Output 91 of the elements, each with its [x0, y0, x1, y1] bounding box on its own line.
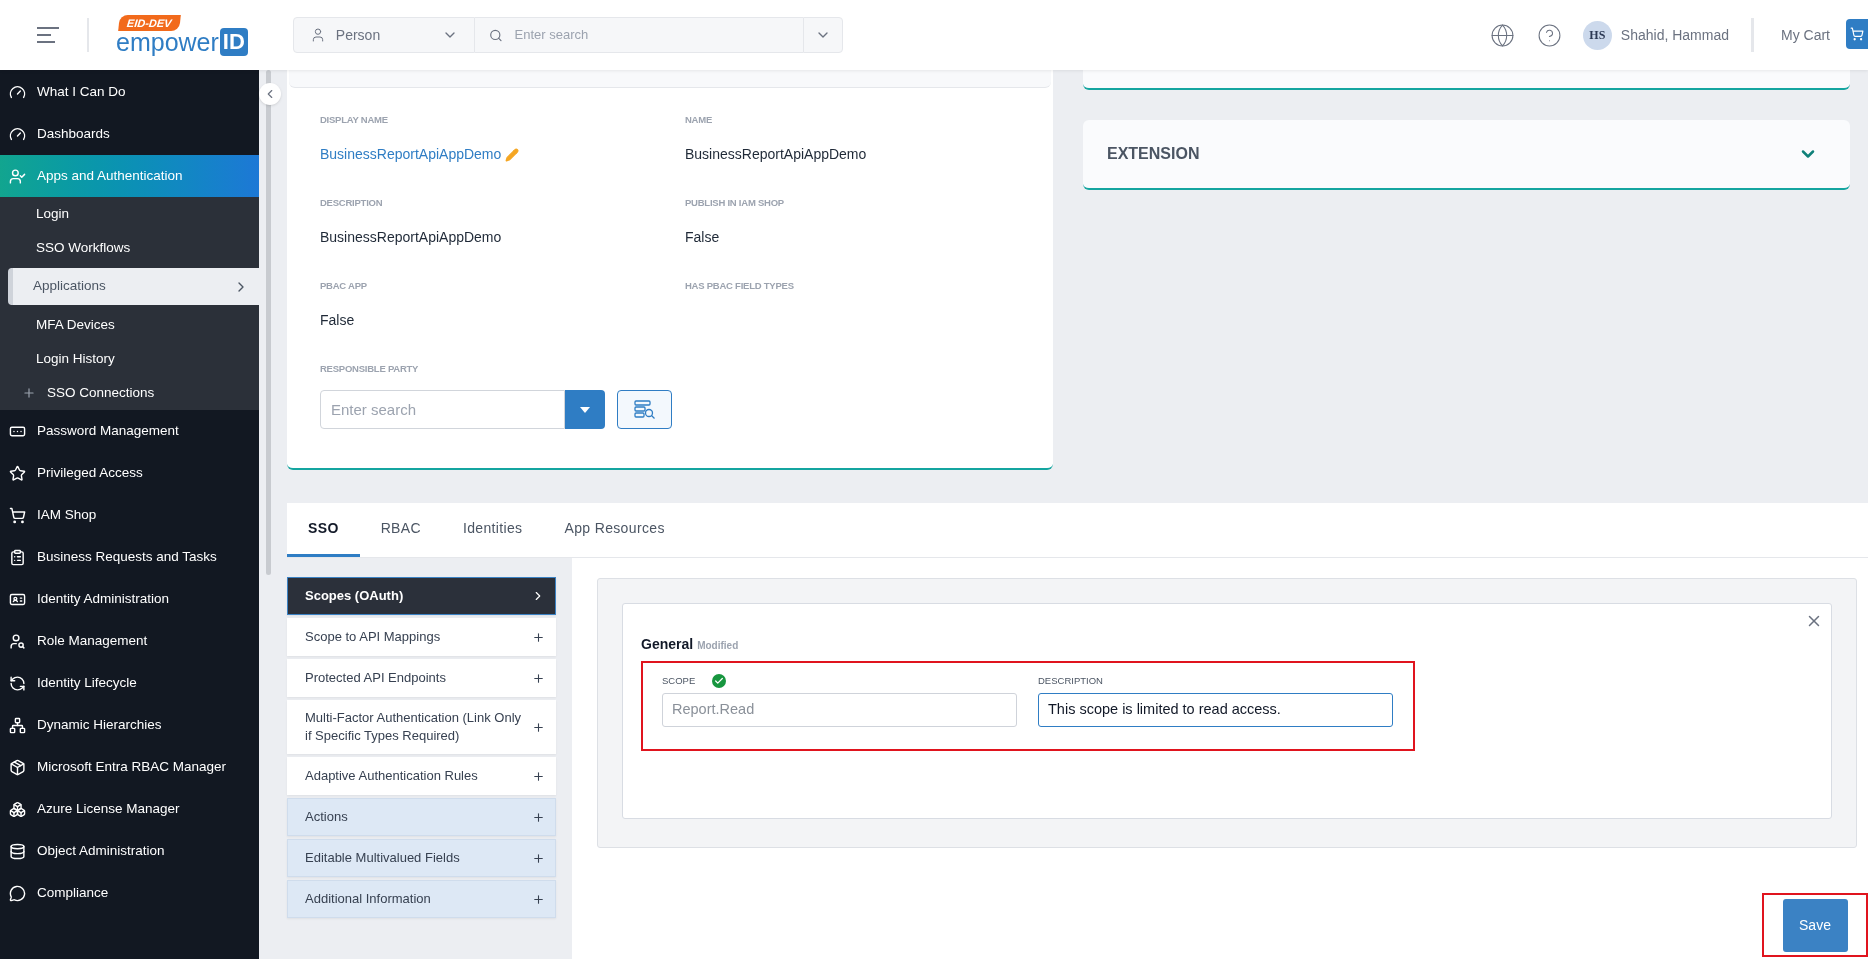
environment-badge: EID-DEV [118, 14, 181, 31]
sidebar-subitem[interactable]: Login History [0, 342, 259, 376]
lookup-button[interactable] [617, 390, 672, 430]
plus-icon [532, 769, 545, 783]
plus-icon [532, 892, 545, 906]
group-title: General [641, 635, 694, 654]
sidebar-item[interactable]: Identity Administration [0, 578, 259, 620]
user-check-icon [9, 167, 26, 185]
field-value: BusinessReportApiAppDemo [685, 145, 868, 165]
sidebar-item[interactable]: Password Management [0, 410, 259, 452]
cart-icon [9, 506, 26, 524]
section-item[interactable]: Actions [287, 798, 556, 836]
field-value: BusinessReportApiAppDemo [320, 228, 503, 248]
sidebar-item[interactable]: Compliance [0, 872, 259, 914]
sidebar-item[interactable]: IAM Shop [0, 494, 259, 536]
section-item[interactable]: Scope to API Mappings [287, 618, 556, 656]
field-label: HAS PBAC FIELD TYPES [685, 279, 795, 293]
cart-button[interactable] [1846, 19, 1868, 49]
cart-icon [1850, 27, 1864, 41]
plus-icon [22, 386, 36, 400]
section-item[interactable]: Additional Information [287, 880, 556, 918]
tab[interactable]: Identities [441, 503, 544, 557]
menu-icon[interactable] [37, 27, 59, 43]
field-value: False [685, 228, 721, 248]
refresh-icon [9, 674, 26, 692]
field-label: SCOPE [662, 673, 696, 688]
dropdown-button[interactable] [565, 390, 605, 430]
plus-icon [532, 720, 545, 734]
type-dropdown[interactable]: Person [292, 17, 475, 53]
plus-icon [532, 810, 545, 824]
user-search-icon [9, 632, 26, 650]
chat-icon [9, 884, 26, 902]
plus-icon [532, 851, 545, 865]
sidebar-item[interactable]: Microsoft Entra RBAC Manager [0, 746, 259, 788]
sidebar-item[interactable]: What I Can Do [0, 71, 259, 113]
responsible-party-field[interactable]: Enter search [320, 390, 565, 430]
section-item[interactable]: Adaptive Authentication Rules [287, 757, 556, 795]
section-item[interactable]: Protected API Endpoints [287, 659, 556, 697]
search-field[interactable]: Enter search [474, 17, 803, 53]
plus-icon [532, 630, 545, 644]
star-icon [9, 464, 26, 482]
save-button[interactable]: Save [1782, 898, 1848, 952]
field-label: PUBLISH IN IAM SHOP [685, 196, 785, 210]
gauge-icon [9, 83, 26, 101]
tab[interactable]: App Resources [543, 503, 686, 557]
sidebar-item[interactable]: Role Management [0, 620, 259, 662]
sidebar-item[interactable]: Object Administration [0, 830, 259, 872]
sidebar-item[interactable]: Dynamic Hierarchies [0, 704, 259, 746]
search-input[interactable]: Enter search [514, 25, 789, 45]
network-icon [9, 716, 26, 734]
cart-link[interactable]: My Cart [1781, 24, 1830, 46]
list-search-icon [633, 399, 656, 420]
database-icon [9, 842, 26, 860]
field-label: DESCRIPTION [320, 196, 384, 210]
gauge-icon [9, 125, 26, 143]
field-label: PBAC APP [320, 279, 368, 293]
caret-icon [580, 406, 590, 413]
field-label: DESCRIPTION [1038, 673, 1103, 688]
sidebar-item[interactable]: Dashboards [0, 113, 259, 155]
sidebar-subitem[interactable]: Applications [8, 268, 259, 305]
field-label: NAME [685, 113, 714, 127]
section-item[interactable]: Editable Multivalued Fields [287, 839, 556, 877]
sidebar-item[interactable]: Azure License Manager [0, 788, 259, 830]
description-field[interactable]: This scope is limited to read access. [1038, 693, 1393, 727]
globe-icon[interactable] [1489, 22, 1515, 48]
user-avatar[interactable]: HS [1582, 20, 1612, 50]
sidebar-subitem[interactable]: SSO Connections [0, 376, 259, 410]
clipboard-icon [9, 548, 26, 566]
sidebar-item[interactable]: Identity Lifecycle [0, 662, 259, 704]
panel-title: EXTENSION [1107, 144, 1201, 164]
display-name-link[interactable]: BusinessReportApiAppDemo [320, 144, 502, 166]
user-name[interactable]: Shahid, Hammad [1620, 24, 1729, 46]
extension-panel[interactable]: EXTENSION [1083, 120, 1850, 190]
help-icon[interactable] [1536, 22, 1562, 48]
sidebar-item[interactable]: Business Requests and Tasks [0, 536, 259, 578]
tab[interactable]: RBAC [359, 503, 442, 557]
sidebar-subitem[interactable]: MFA Devices [0, 308, 259, 342]
field-value: False [320, 311, 356, 331]
package-icon [9, 758, 26, 776]
field-label: DISPLAY NAME [320, 113, 389, 127]
responsible-party-input[interactable]: Enter search [331, 398, 554, 421]
boxes-icon [9, 800, 26, 818]
plus-icon [532, 671, 545, 685]
section-item[interactable]: Scopes (OAuth) [287, 577, 556, 615]
search-icon [488, 27, 503, 43]
section-item[interactable]: Multi-Factor Authentication (Link Only if Specific Types Required) [287, 700, 556, 754]
sidebar-item[interactable]: Privileged Access [0, 452, 259, 494]
status-label: Modified [697, 639, 739, 653]
sidebar-subitem[interactable]: Login [0, 197, 259, 231]
sidebar-subitem[interactable]: SSO Workflows [0, 231, 259, 265]
field-label: RESPONSIBLE PARTY [320, 362, 420, 376]
